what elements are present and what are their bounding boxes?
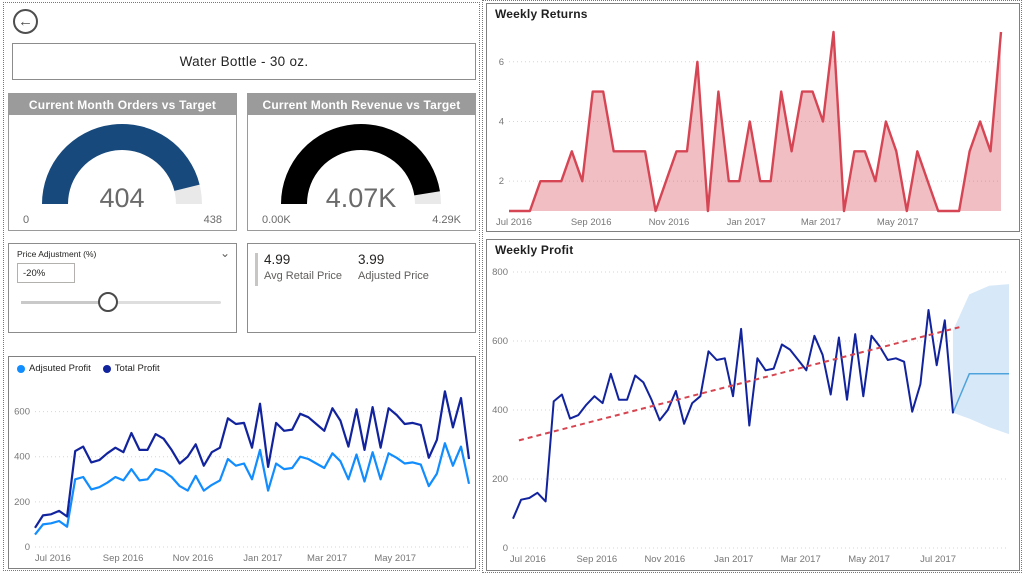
price-slider-active-track [21,301,108,304]
adjusted-profit-dot-icon [17,365,25,373]
slicer-label: Price Adjustment (%) [17,249,96,259]
price-adjustment-input[interactable] [17,263,75,283]
back-button[interactable]: ← [13,9,38,34]
svg-text:Jul 2016: Jul 2016 [496,217,532,228]
svg-text:0: 0 [503,543,508,554]
adjusted-price-label: Adjusted Price [358,270,429,282]
gauge-revenue-title: Current Month Revenue vs Target [248,94,475,115]
svg-text:Nov 2016: Nov 2016 [649,217,690,228]
price-slider-track[interactable] [21,301,221,304]
chevron-down-icon[interactable]: ⌄ [220,246,230,260]
weekly-profit-chart-card: Weekly Profit 0 200 400 600 800 Jul 2016 Sep 2… [486,239,1020,571]
svg-text:May 2017: May 2017 [848,554,890,565]
legend-item-total-profit[interactable]: Total Profit [103,363,160,374]
svg-text:Mar 2017: Mar 2017 [307,553,347,564]
svg-text:Jul 2017: Jul 2017 [920,554,956,565]
svg-text:May 2017: May 2017 [877,217,919,228]
chart-legend: Adjsuted Profit Total Profit [17,363,160,374]
svg-text:Nov 2016: Nov 2016 [644,554,685,565]
svg-text:Sep 2016: Sep 2016 [571,217,612,228]
weekly-profit-title: Weekly Profit [495,243,573,257]
svg-text:Sep 2016: Sep 2016 [576,554,617,565]
svg-text:Jul 2016: Jul 2016 [510,554,546,565]
weekly-profit-chart[interactable]: 0 200 400 600 800 Jul 2016 Sep 2016 Nov 2016 Jan… [487,262,1019,568]
product-title-card: Water Bottle - 30 oz. [12,43,476,80]
legend-label: Total Profit [115,363,160,374]
svg-text:Nov 2016: Nov 2016 [173,553,214,564]
svg-text:600: 600 [14,407,30,418]
weekly-returns-chart-card: Weekly Returns 2 4 6 Jul 2016 Sep 2016 Nov 20… [486,3,1020,232]
avg-retail-price-kpi: 4.99 Avg Retail Price [264,252,342,282]
svg-text:800: 800 [492,267,508,278]
svg-text:Jan 2017: Jan 2017 [714,554,753,565]
svg-text:0.00K: 0.00K [262,214,291,226]
svg-text:200: 200 [14,497,30,508]
left-dashboard-panel: ← Water Bottle - 30 oz. Current Month Or… [3,2,480,571]
weekly-returns-title: Weekly Returns [495,7,588,21]
back-arrow-icon: ← [18,13,33,30]
revenue-gauge[interactable]: 4.07K 0.00K 4.29K [248,115,475,230]
svg-text:Jul 2016: Jul 2016 [35,553,71,564]
legend-item-adjusted-profit[interactable]: Adjsuted Profit [17,363,91,374]
weekly-returns-chart[interactable]: 2 4 6 Jul 2016 Sep 2016 Nov 2016 Jan 2017 Mar 2… [487,26,1019,231]
svg-text:Mar 2017: Mar 2017 [781,554,821,565]
svg-text:Sep 2016: Sep 2016 [103,553,144,564]
svg-text:2: 2 [499,176,504,187]
svg-text:400: 400 [14,452,30,463]
gauge-card-revenue: Current Month Revenue vs Target 4.07K 0.0… [247,93,476,231]
avg-retail-price-label: Avg Retail Price [264,270,342,282]
price-adjustment-slicer: Price Adjustment (%) ⌄ [8,243,237,333]
svg-text:0: 0 [23,214,29,226]
legend-label: Adjsuted Profit [29,363,91,374]
svg-text:May 2017: May 2017 [374,553,416,564]
avg-retail-price-value: 4.99 [264,252,342,267]
svg-text:0: 0 [25,542,30,553]
svg-text:Jan 2017: Jan 2017 [243,553,282,564]
svg-text:400: 400 [492,405,508,416]
gauge-card-orders: Current Month Orders vs Target 404 0 438 [8,93,237,231]
gauge-orders-title: Current Month Orders vs Target [9,94,236,115]
price-summary-card: 4.99 Avg Retail Price 3.99 Adjusted Pric… [247,243,476,333]
right-dashboard-panel: Weekly Returns 2 4 6 Jul 2016 Sep 2016 Nov 20… [482,0,1022,573]
svg-text:4.29K: 4.29K [432,214,461,226]
svg-text:Jan 2017: Jan 2017 [727,217,766,228]
adjusted-price-kpi: 3.99 Adjusted Price [358,252,429,282]
svg-text:6: 6 [499,57,504,68]
card-accent-bar [255,253,258,286]
orders-gauge[interactable]: 404 0 438 [9,115,236,230]
svg-text:600: 600 [492,336,508,347]
price-slider-handle[interactable] [98,292,118,312]
svg-text:4: 4 [499,116,504,127]
profit-comparison-chart-card: Adjsuted Profit Total Profit 0 200 400 600 J… [8,356,476,569]
page-title: Water Bottle - 30 oz. [180,54,309,69]
profit-comparison-chart[interactable]: 0 200 400 600 Jul 2016 Sep 2016 Nov 2016 Jan 20… [9,379,475,567]
svg-text:404: 404 [99,183,144,213]
svg-text:4.07K: 4.07K [326,183,397,213]
total-profit-dot-icon [103,365,111,373]
svg-text:438: 438 [204,214,222,226]
svg-text:200: 200 [492,474,508,485]
svg-text:Mar 2017: Mar 2017 [801,217,841,228]
adjusted-price-value: 3.99 [358,252,429,267]
